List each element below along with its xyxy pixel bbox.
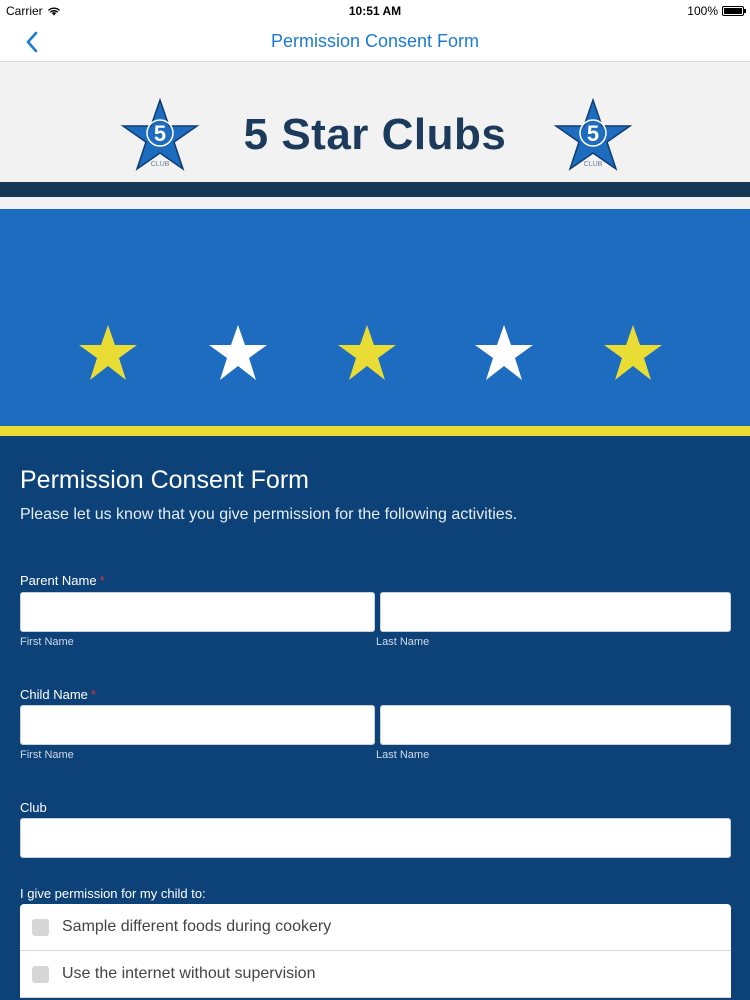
logo-caption-right: CLUB (584, 161, 603, 168)
child-last-name-input[interactable] (380, 705, 731, 745)
parent-first-name-input[interactable] (20, 592, 375, 632)
form-description: Please let us know that you give permiss… (20, 506, 518, 523)
consent-form: Permission Consent Form Please let us kn… (0, 436, 750, 1000)
banner-title: 5 Star Clubs (243, 110, 507, 159)
child-name-label: Child Name * (20, 687, 96, 702)
parent-name-label: Parent Name * (20, 573, 105, 588)
battery-percent: 100% (687, 4, 718, 18)
parent-first-name-sublabel: First Name (20, 636, 74, 648)
band-yellow-line (0, 426, 750, 436)
header-banner: 5 CLUB 5 Star Clubs 5 CLUB (0, 62, 750, 182)
logo-caption-left: CLUB (151, 161, 170, 168)
child-last-name-sublabel: Last Name (376, 749, 430, 761)
child-first-name-input[interactable] (20, 705, 375, 745)
star-icon (475, 325, 533, 380)
required-marker: * (99, 573, 105, 588)
permissions-checkbox-list: Sample different foods during cookery Us… (20, 904, 731, 998)
logo-number-right: 5 (587, 121, 599, 146)
checkbox[interactable] (32, 918, 49, 936)
star-icon (79, 325, 137, 380)
child-name-label-text: Child Name (20, 687, 88, 702)
child-first-name-sublabel: First Name (20, 749, 74, 761)
banner-divider-dark (0, 182, 750, 197)
checkbox[interactable] (32, 965, 49, 983)
permission-option-cookery[interactable]: Sample different foods during cookery (20, 904, 731, 951)
parent-last-name-sublabel: Last Name (376, 636, 430, 648)
permission-option-internet[interactable]: Use the internet without supervision (20, 951, 731, 998)
nav-title: Permission Consent Form (270, 31, 480, 51)
required-marker: * (90, 687, 96, 702)
parent-name-label-text: Parent Name (20, 573, 97, 588)
star-icon (338, 325, 396, 380)
battery-icon (722, 6, 746, 16)
star-icon (604, 325, 662, 380)
club-logo-star-icon: 5 CLUB (553, 97, 633, 171)
form-title: Permission Consent Form (20, 466, 309, 494)
five-star-band (0, 209, 750, 426)
permissions-label: I give permission for my child to: (20, 886, 206, 901)
permission-option-label: Use the internet without supervision (62, 965, 316, 982)
parent-last-name-input[interactable] (380, 592, 731, 632)
status-bar: Carrier 10:51 AM 100% (0, 0, 750, 22)
club-input[interactable] (20, 818, 731, 858)
banner-divider-light (0, 197, 750, 209)
status-time: 10:51 AM (348, 4, 402, 18)
club-label: Club (20, 800, 47, 815)
star-icon (209, 325, 267, 380)
navigation-bar: Permission Consent Form (0, 22, 750, 62)
battery-indicator: 100% (687, 4, 746, 18)
permission-option-label: Sample different foods during cookery (62, 918, 332, 935)
